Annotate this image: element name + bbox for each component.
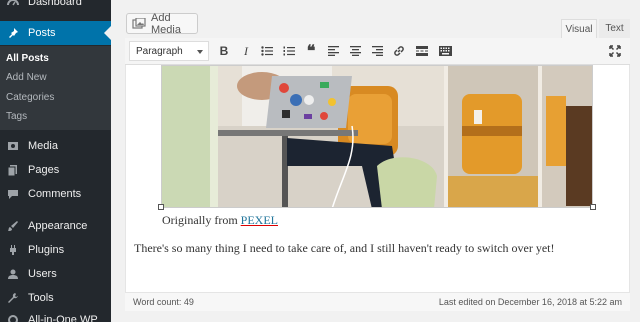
menu-all-in-one-wp[interactable]: All-in-One WP: [0, 308, 111, 322]
bullet-list-button[interactable]: [258, 42, 276, 60]
blockquote-button[interactable]: ❝: [302, 42, 320, 60]
align-center-icon: [349, 46, 361, 56]
user-icon: [6, 267, 20, 281]
menu-dashboard[interactable]: Dashboard: [0, 0, 111, 14]
submenu-all-posts[interactable]: All Posts: [6, 53, 49, 64]
numbered-list-button[interactable]: [280, 42, 298, 60]
keyboard-icon: [438, 46, 452, 56]
read-more-icon: [416, 46, 428, 56]
caption-link[interactable]: PEXEL: [241, 213, 278, 227]
post-image[interactable]: [161, 65, 593, 208]
caption-text: Originally from: [162, 213, 241, 227]
submenu-categories[interactable]: Categories: [6, 92, 54, 103]
menu-posts[interactable]: Posts: [0, 21, 111, 45]
menu-users[interactable]: Users: [0, 262, 111, 286]
media-icon: [6, 139, 20, 153]
menu-media[interactable]: Media: [0, 134, 111, 158]
tab-text[interactable]: Text: [599, 19, 630, 38]
menu-plugins[interactable]: Plugins: [0, 238, 111, 262]
menu-label: Appearance: [28, 220, 88, 232]
migration-icon: [6, 313, 20, 322]
align-left-icon: [327, 46, 339, 56]
admin-sidebar: Dashboard Posts All Posts Add New Catego…: [0, 0, 111, 322]
menu-label: Media: [28, 140, 58, 152]
chevron-down-icon: [197, 50, 203, 54]
plugin-icon: [6, 243, 20, 257]
format-select-value: Paragraph: [136, 45, 183, 57]
menu-label: Dashboard: [28, 0, 82, 8]
image-resize-handle[interactable]: [590, 204, 596, 210]
add-media-button[interactable]: Add Media: [126, 11, 198, 36]
submenu-add-new[interactable]: Add New: [6, 72, 47, 83]
word-count: Word count: 49: [133, 297, 194, 307]
post-image-graphic: [162, 66, 592, 207]
pages-icon: [6, 163, 20, 177]
comments-icon: [6, 187, 20, 201]
pin-icon: [6, 26, 20, 40]
menu-label: Comments: [28, 188, 82, 200]
post-paragraph[interactable]: There's so many thing I need to take car…: [134, 241, 555, 256]
menu-tools[interactable]: Tools: [0, 286, 111, 310]
align-left-button[interactable]: [324, 42, 342, 60]
menu-appearance[interactable]: Appearance: [0, 214, 111, 238]
align-right-button[interactable]: [368, 42, 386, 60]
menu-label: Posts: [28, 27, 56, 39]
format-select[interactable]: Paragraph: [129, 41, 209, 61]
posts-submenu: All Posts Add New Categories Tags: [0, 46, 111, 130]
menu-label: Plugins: [28, 244, 65, 256]
fullscreen-button[interactable]: [606, 42, 624, 60]
fullscreen-icon: [609, 45, 621, 57]
bold-button[interactable]: B: [215, 42, 233, 60]
image-caption: Originally from PEXEL: [162, 213, 278, 228]
menu-label: Tools: [28, 292, 54, 304]
align-center-button[interactable]: [346, 42, 364, 60]
read-more-button[interactable]: [413, 42, 431, 60]
editor-status-bar: Word count: 49 Last edited on December 1…: [125, 292, 630, 311]
submenu-tags[interactable]: Tags: [6, 111, 27, 122]
bullet-list-icon: [261, 46, 273, 56]
menu-label: Pages: [28, 164, 60, 176]
brush-icon: [6, 219, 20, 233]
add-media-icon: [132, 16, 146, 30]
toolbar-toggle-button[interactable]: [436, 42, 454, 60]
wp-editor-screen: Dashboard Posts All Posts Add New Catego…: [0, 0, 640, 322]
tab-visual[interactable]: Visual: [561, 19, 597, 38]
menu-pages[interactable]: Pages: [0, 158, 111, 182]
add-media-label: Add Media: [151, 11, 181, 36]
editor-toolbar: Paragraph B I ❝: [125, 38, 630, 65]
dashboard-icon: [6, 0, 20, 9]
numbered-list-icon: [283, 46, 295, 56]
menu-label: Users: [28, 268, 57, 280]
align-right-icon: [371, 46, 383, 56]
wrench-icon: [6, 291, 20, 305]
image-resize-handle[interactable]: [158, 204, 164, 210]
last-edited: Last edited on December 16, 2018 at 5:22…: [438, 297, 622, 307]
menu-label: All-in-One WP: [28, 314, 98, 322]
italic-button[interactable]: I: [237, 42, 255, 60]
menu-comments[interactable]: Comments: [0, 182, 111, 206]
insert-link-button[interactable]: [390, 42, 408, 60]
link-icon: [394, 46, 404, 56]
